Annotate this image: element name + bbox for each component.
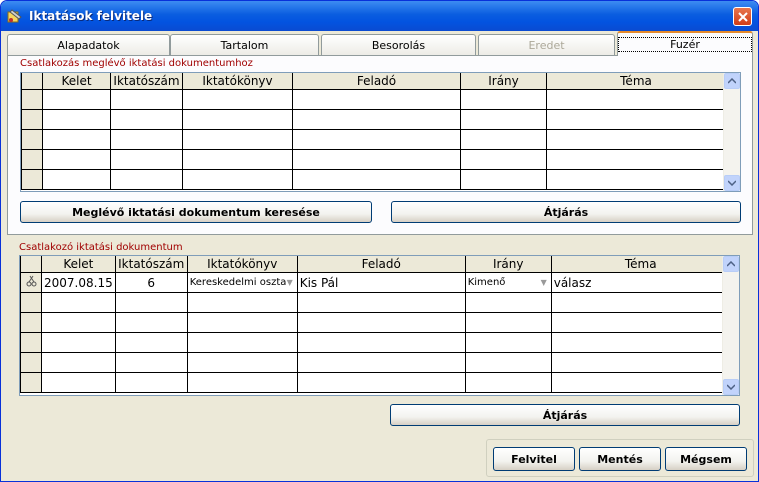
- column-header-iktatokonyv[interactable]: Iktatókönyv: [182, 73, 293, 90]
- table-row[interactable]: [21, 89, 726, 110]
- table-row[interactable]: [21, 149, 726, 170]
- vertical-scrollbar[interactable]: [722, 256, 739, 395]
- tab-eredet[interactable]: Eredet: [478, 34, 615, 56]
- table-row[interactable]: 2007.08.15 6 Kereskedelmi oszta ▼ Kis Pá…: [20, 272, 731, 293]
- app-icon: [7, 9, 22, 23]
- tab-label: Fuzér: [618, 37, 752, 52]
- section-existing-label: Csatlakozás meglévő iktatási dokumentumh…: [20, 58, 253, 69]
- cell-felado[interactable]: Kis Pál: [296, 272, 466, 293]
- column-header-felado[interactable]: Feladó: [296, 256, 466, 273]
- connecting-documents-grid[interactable]: Kelet Iktatószám Iktatókönyv Feladó Irán…: [19, 255, 740, 396]
- title-bar[interactable]: Iktatások felvitele: [1, 1, 758, 31]
- row-header-corner: [21, 73, 43, 90]
- goto-existing-button[interactable]: Átjárás: [391, 201, 741, 223]
- tab-label: Besorolás: [371, 39, 426, 52]
- scroll-up-button[interactable]: [723, 256, 739, 272]
- dialog-window: Iktatások felvitele Alapadatok Tartalom …: [0, 0, 759, 482]
- column-header-irany[interactable]: Irány: [464, 256, 552, 273]
- dialog-content: Alapadatok Tartalom Besorolás Eredet Fuz…: [5, 31, 754, 477]
- cell-iktatoszam[interactable]: 6: [114, 272, 188, 293]
- vertical-scrollbar[interactable]: [723, 73, 740, 191]
- chevron-down-icon: [728, 180, 736, 186]
- tab-besorolas[interactable]: Besorolás: [321, 34, 476, 56]
- row-header-corner: [20, 256, 42, 273]
- section-connecting-label: Csatlakozó iktatási dokumentum: [19, 242, 183, 253]
- table-row[interactable]: [20, 332, 731, 353]
- table-row[interactable]: [20, 372, 731, 393]
- cell-irany[interactable]: Kimenő ▼: [464, 272, 552, 293]
- chevron-down-icon: [727, 384, 735, 390]
- table-header-row: Kelet Iktatószám Iktatókönyv Feladó Irán…: [20, 256, 731, 273]
- megsem-button[interactable]: Mégsem: [665, 447, 747, 471]
- tab-tartalom[interactable]: Tartalom: [170, 34, 319, 56]
- cell-tema[interactable]: válasz: [550, 272, 731, 293]
- column-header-kelet[interactable]: Kelet: [42, 73, 111, 90]
- felvitel-button[interactable]: Felvitel: [493, 447, 575, 471]
- column-header-iktatokonyv[interactable]: Iktatókönyv: [186, 256, 298, 273]
- tab-alapadatok[interactable]: Alapadatok: [7, 34, 170, 56]
- table-row[interactable]: [21, 169, 726, 190]
- column-header-kelet[interactable]: Kelet: [41, 256, 116, 273]
- tab-label: Tartalom: [220, 39, 269, 52]
- column-header-iktatoszam[interactable]: Iktatószám: [114, 256, 188, 273]
- existing-documents-grid[interactable]: Kelet Iktatószám Iktatókönyv Feladó Irán…: [20, 72, 741, 192]
- tab-label: Eredet: [528, 39, 565, 52]
- scissors-icon: [26, 275, 36, 287]
- mentes-button[interactable]: Mentés: [579, 447, 661, 471]
- connecting-table: Kelet Iktatószám Iktatókönyv Feladó Irán…: [20, 256, 731, 393]
- cell-kelet[interactable]: 2007.08.15: [41, 272, 116, 293]
- iktatokonyv-value: Kereskedelmi oszta: [189, 277, 287, 288]
- column-header-tema[interactable]: Téma: [546, 73, 726, 90]
- table-row[interactable]: [21, 129, 726, 150]
- column-header-felado[interactable]: Feladó: [292, 73, 461, 90]
- column-header-iktatoszam[interactable]: Iktatószám: [110, 73, 183, 90]
- irany-value: Kimenő: [467, 277, 506, 288]
- table-row[interactable]: [20, 312, 731, 333]
- table-row[interactable]: [20, 292, 731, 313]
- tab-label: Alapadatok: [57, 39, 120, 52]
- close-button[interactable]: [733, 7, 752, 26]
- chevron-down-icon[interactable]: ▼: [284, 275, 296, 289]
- search-existing-document-button[interactable]: Meglévő iktatási dokumentum keresése: [20, 201, 372, 223]
- close-icon: [737, 11, 748, 22]
- row-edit-cell[interactable]: [20, 272, 42, 293]
- scroll-down-button[interactable]: [724, 175, 740, 191]
- column-header-tema[interactable]: Téma: [550, 256, 731, 273]
- chevron-down-icon[interactable]: ▼: [538, 275, 550, 289]
- table-row[interactable]: [21, 109, 726, 130]
- table-header-row: Kelet Iktatószám Iktatókönyv Feladó Irán…: [21, 73, 726, 90]
- column-header-irany[interactable]: Irány: [460, 73, 547, 90]
- table-row[interactable]: [20, 352, 731, 373]
- goto-connecting-button[interactable]: Átjárás: [390, 404, 740, 426]
- window-title: Iktatások felvitele: [29, 9, 153, 23]
- chevron-up-icon: [728, 78, 736, 84]
- scroll-down-button[interactable]: [723, 379, 739, 395]
- chevron-up-icon: [727, 261, 735, 267]
- tab-fuzer[interactable]: Fuzér: [617, 31, 753, 56]
- scroll-up-button[interactable]: [724, 73, 740, 89]
- existing-table: Kelet Iktatószám Iktatókönyv Feladó Irán…: [21, 73, 726, 190]
- upper-panel: Csatlakozás meglévő iktatási dokumentumh…: [7, 55, 753, 235]
- cell-iktatokonyv[interactable]: Kereskedelmi oszta ▼: [186, 272, 298, 293]
